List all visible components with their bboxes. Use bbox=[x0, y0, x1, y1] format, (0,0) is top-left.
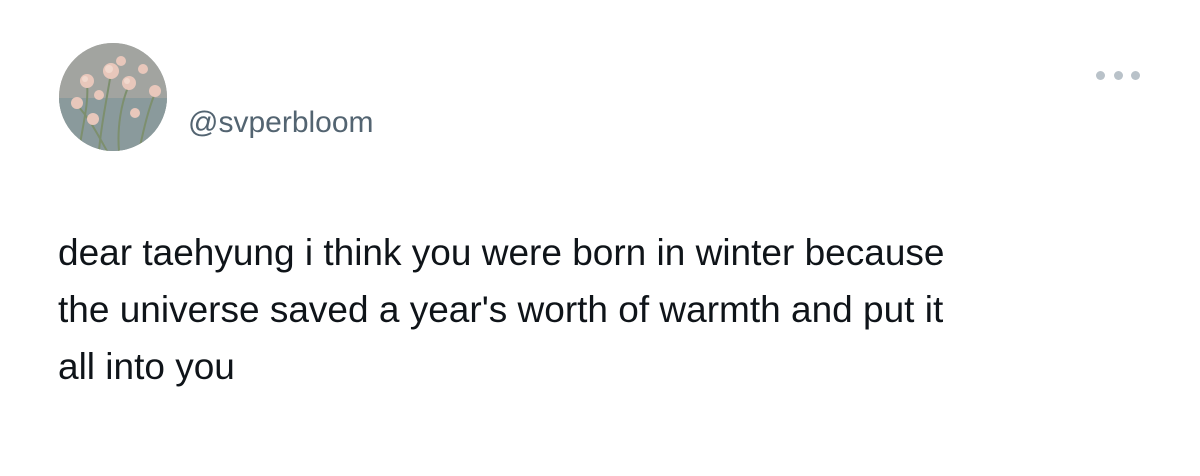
tweet-card: @svperbloom dear taehyung i think you we… bbox=[0, 0, 1200, 476]
more-options-icon[interactable] bbox=[1096, 66, 1140, 84]
dot-icon bbox=[1131, 70, 1140, 80]
flower-photo-icon bbox=[59, 43, 167, 151]
dot-icon bbox=[1113, 70, 1123, 80]
username-handle[interactable]: @svperbloom bbox=[188, 104, 374, 142]
tweet-text: dear taehyung i think you were born in w… bbox=[58, 232, 945, 387]
dot-icon bbox=[1096, 70, 1105, 80]
avatar[interactable] bbox=[59, 43, 167, 151]
